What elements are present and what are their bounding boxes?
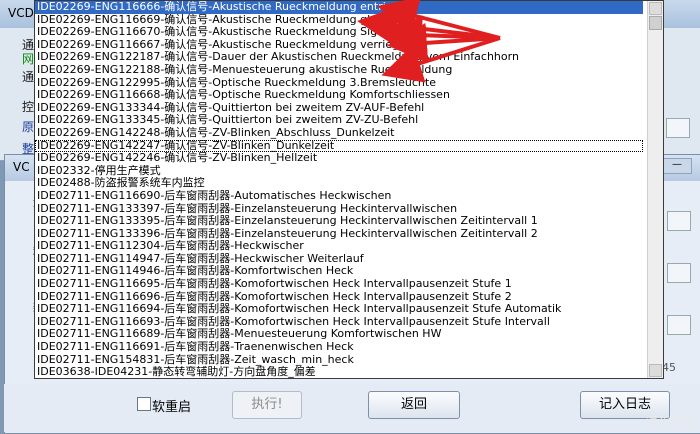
soft-restart-label: 软重启 xyxy=(152,400,192,415)
side-label-3: 通 xyxy=(22,70,35,84)
dropdown-option[interactable]: IDE02269-ENG122995-确认信号-Optische Rueckme… xyxy=(35,77,643,90)
dropdown-option[interactable]: IDE02332-停用生产模式 xyxy=(35,165,643,178)
dropdown-option[interactable]: IDE02711-ENG116695-后车窗雨刮器-Komofortwische… xyxy=(35,278,643,291)
minimize-button[interactable]: — xyxy=(662,158,692,174)
dropdown-option[interactable]: IDE02269-ENG116670-确认信号-Akustische Rueck… xyxy=(35,26,643,39)
back-button[interactable]: 返回 xyxy=(368,391,460,419)
dropdown-option[interactable]: IDE02269-ENG122188-确认信号-Menuesteuerung a… xyxy=(35,64,643,77)
side-label-4: 控 xyxy=(22,100,35,114)
dropdown-option[interactable]: IDE02711-ENG116689-后车窗雨刮器-Menuesteuerung… xyxy=(35,328,643,341)
dropdown-option[interactable]: IDE02269-ENG133344-确认信号-Quittierton bei … xyxy=(35,102,643,115)
soft-restart-checkbox[interactable] xyxy=(137,397,151,411)
dropdown-option[interactable]: IDE03638-IDE04231-静态转弯辅助灯-方向盘角度_偏差 xyxy=(35,366,643,378)
background-window-title: VCD xyxy=(8,6,34,20)
dropdown-option[interactable]: IDE02711-ENG114946-后车窗雨刮器-Komfortwischen… xyxy=(35,265,643,278)
right-field-2[interactable] xyxy=(667,211,691,231)
dropdown-option[interactable]: IDE02269-ENG133345-确认信号-Quittierton bei … xyxy=(35,114,643,127)
dropdown-option[interactable]: IDE02711-ENG133395-后车窗雨刮器-Einzelansteuer… xyxy=(35,215,643,228)
adaptation-channel-dropdown[interactable]: IDE02269-ENG116666-确认信号-Akustische Rueck… xyxy=(34,0,664,379)
dropdown-option[interactable]: IDE02269-ENG142248-确认信号-ZV-Blinken_Absch… xyxy=(35,127,643,140)
side-number: 45 xyxy=(662,361,676,374)
dropdown-option[interactable]: IDE02711-ENG116694-后车窗雨刮器-Komofortwische… xyxy=(35,303,643,316)
dropdown-option[interactable]: IDE02269-ENG116666-确认信号-Akustische Rueck… xyxy=(35,1,643,14)
foreground-window-title: VC xyxy=(13,160,30,174)
dropdown-option[interactable]: IDE02488-防盗报警系统车内监控 xyxy=(35,177,643,190)
dropdown-option[interactable]: IDE02711-ENG133397-后车窗雨刮器-Einzelansteuer… xyxy=(35,203,643,216)
dropdown-option[interactable]: IDE02269-ENG122187-确认信号-Dauer der Akusti… xyxy=(35,51,643,64)
dropdown-option[interactable]: IDE02269-ENG116669-确认信号-Akustische Rueck… xyxy=(35,14,643,27)
dropdown-option[interactable]: IDE02269-ENG116668-确认信号-Optische Rueckme… xyxy=(35,89,643,102)
dropdown-option[interactable]: IDE02711-ENG154831-后车窗雨刮器-Zeit_wasch_min… xyxy=(35,354,643,367)
dropdown-option[interactable]: IDE02711-ENG133396-后车窗雨刮器-Einzelansteuer… xyxy=(35,228,643,241)
dropdown-option[interactable]: IDE02711-ENG114947-后车窗雨刮器-Heckwischer We… xyxy=(35,253,643,266)
right-field-3[interactable] xyxy=(667,263,691,283)
watermark: 汽车之家 xyxy=(645,414,694,428)
dropdown-option[interactable]: IDE02711-ENG116690-后车窗雨刮器-Automatisches … xyxy=(35,190,643,203)
scroll-up-arrow-icon[interactable] xyxy=(649,2,662,15)
execute-button[interactable]: 执行! xyxy=(232,391,302,419)
scroll-down-arrow-icon[interactable] xyxy=(649,364,662,377)
side-label-2: 网 xyxy=(22,52,35,66)
dropdown-option[interactable]: IDE02269-ENG142247-确认信号-ZV-Blinken_Dunke… xyxy=(35,139,643,153)
right-field-1[interactable] xyxy=(666,118,690,138)
right-field-4[interactable] xyxy=(667,315,691,335)
dropdown-list: IDE02269-ENG116666-确认信号-Akustische Rueck… xyxy=(35,1,663,378)
dropdown-scrollbar[interactable] xyxy=(647,1,663,378)
dropdown-option[interactable]: IDE02711-ENG116691-后车窗雨刮器-Traenenwischen… xyxy=(35,341,643,354)
scroll-thumb[interactable] xyxy=(649,16,662,30)
dropdown-option[interactable]: IDE02711-ENG116693-后车窗雨刮器-Komofortwische… xyxy=(35,316,643,329)
dropdown-option[interactable]: IDE02711-ENG112304-后车窗雨刮器-Heckwischer xyxy=(35,240,643,253)
dropdown-option[interactable]: IDE02711-ENG116696-后车窗雨刮器-Komofortwische… xyxy=(35,291,643,304)
dropdown-option[interactable]: IDE02269-ENG142246-确认信号-ZV-Blinken_Hellz… xyxy=(35,152,643,165)
dropdown-option[interactable]: IDE02269-ENG116667-确认信号-Akustische Rueck… xyxy=(35,39,643,52)
side-label-5: 原 xyxy=(22,120,35,134)
